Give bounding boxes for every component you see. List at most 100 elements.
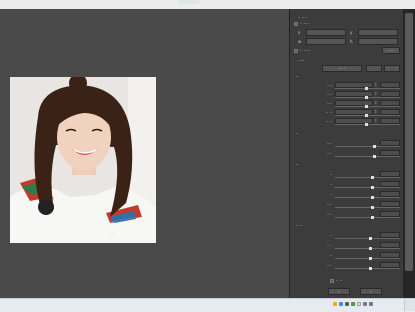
slider-knob[interactable] — [365, 105, 368, 108]
group-mid-checkbox[interactable] — [294, 49, 298, 53]
x-input[interactable] — [306, 29, 346, 36]
slider-row[interactable]: ·· ·· ⇕ — [290, 118, 404, 126]
x-label: x — [298, 30, 301, 35]
slider-knob[interactable] — [373, 145, 376, 148]
apply-button[interactable]: ··· — [382, 47, 400, 54]
slider-track[interactable] — [335, 267, 400, 270]
section-2-title: ·· — [296, 131, 299, 136]
volume-icon[interactable] — [363, 302, 367, 306]
slider-track[interactable] — [335, 145, 400, 148]
panel-header: ·· ···· — [298, 15, 307, 20]
preset-dropdown[interactable]: ··· · — [322, 65, 362, 72]
keyboard-icon[interactable] — [357, 302, 361, 306]
slider-row[interactable]: ·· — [290, 191, 404, 199]
y-input[interactable] — [358, 29, 398, 36]
slider-row[interactable]: ···· — [290, 150, 404, 158]
slider-track[interactable] — [335, 196, 400, 199]
slider-knob[interactable] — [365, 114, 368, 117]
slider-knob[interactable] — [373, 155, 376, 158]
slider-row[interactable]: ···· ⇕ — [290, 100, 404, 108]
slider-knob[interactable] — [365, 87, 368, 90]
slider-row[interactable]: ···· — [290, 201, 404, 209]
slider-track[interactable] — [335, 87, 400, 90]
slider-track[interactable] — [335, 186, 400, 189]
slider-label: ·· — [329, 233, 332, 238]
section-3-title: ·· — [296, 162, 299, 167]
cancel-button[interactable]: ·· — [360, 288, 382, 295]
scrollbar-thumb[interactable] — [405, 13, 413, 271]
group-top-title: ·· ··· · — [300, 21, 311, 26]
slider-label: ···· — [326, 83, 332, 88]
slider-track[interactable] — [335, 247, 400, 250]
slider-label: ·· — [329, 182, 332, 187]
w-input[interactable] — [306, 38, 346, 45]
slider-label: ···· — [326, 202, 332, 207]
slider-track[interactable] — [335, 155, 400, 158]
slider-row[interactable]: ·· — [290, 252, 404, 260]
slider-row[interactable]: ···· ⇕ — [290, 82, 404, 90]
slider-track[interactable] — [335, 96, 400, 99]
image-label: ·· — [73, 49, 76, 54]
preset-delete-button[interactable] — [384, 65, 400, 72]
preset-save-button[interactable] — [366, 65, 382, 72]
slider-label: ·· ·· — [325, 110, 332, 115]
h-label: h — [350, 39, 353, 44]
slider-knob[interactable] — [371, 186, 374, 189]
slider-label: ···· — [326, 141, 332, 146]
slider-label: ·· · — [326, 243, 332, 248]
slider-track[interactable] — [335, 105, 400, 108]
slider-row[interactable]: ···· — [290, 140, 404, 148]
input-method-icon[interactable] — [345, 302, 349, 306]
active-tab[interactable] — [178, 0, 200, 4]
h-input[interactable] — [358, 38, 398, 45]
slider-track[interactable] — [335, 237, 400, 240]
adjustment-panel: ·· ···· ·· ··· · x y w h ·· ····· ··· ··… — [289, 9, 404, 298]
slider-row[interactable]: ·· — [290, 232, 404, 240]
slider-row[interactable]: ···· — [290, 211, 404, 219]
slider-knob[interactable] — [365, 123, 368, 126]
slider-knob[interactable] — [371, 176, 374, 179]
slider-knob[interactable] — [371, 216, 374, 219]
slider-knob[interactable] — [369, 257, 372, 260]
svg-text:· · · · ·: · · · · · — [108, 232, 117, 236]
slider-track[interactable] — [335, 176, 400, 179]
slider-track[interactable] — [335, 206, 400, 209]
slider-row[interactable]: ·· · — [290, 242, 404, 250]
notification-area[interactable] — [404, 299, 415, 311]
slider-knob[interactable] — [369, 247, 372, 250]
taskbar — [0, 298, 415, 312]
slider-row[interactable]: ···· — [290, 262, 404, 270]
warning-icon[interactable] — [333, 302, 337, 306]
slider-knob[interactable] — [365, 96, 368, 99]
slider-knob[interactable] — [369, 237, 372, 240]
slider-row[interactable]: ·· — [290, 181, 404, 189]
wifi-icon[interactable] — [369, 302, 373, 306]
group-top-checkbox[interactable] — [294, 22, 298, 26]
slider-track[interactable] — [335, 114, 400, 117]
slider-label: ···· — [326, 101, 332, 106]
slider-track[interactable] — [335, 123, 400, 126]
slider-knob[interactable] — [369, 267, 372, 270]
slider-label: ·· — [329, 192, 332, 197]
slider-track[interactable] — [335, 257, 400, 260]
title-bar — [0, 0, 415, 9]
app-tray-icon[interactable] — [351, 302, 355, 306]
group-mid-title: ·· ····· — [300, 48, 311, 53]
footer-checkbox[interactable] — [330, 279, 334, 283]
slider-row[interactable]: ·· — [290, 171, 404, 179]
slider-knob[interactable] — [371, 206, 374, 209]
slider-knob[interactable] — [371, 196, 374, 199]
slider-row[interactable]: ·· ·· ⇕ — [290, 109, 404, 117]
slider-label: ···· — [326, 263, 332, 268]
slider-track[interactable] — [335, 216, 400, 219]
network-icon[interactable] — [339, 302, 343, 306]
w-label: w — [298, 39, 302, 44]
slider-label: ·· — [329, 253, 332, 258]
footer-label: ·· ·· — [336, 278, 343, 283]
slider-row[interactable]: ···· ⇕ — [290, 91, 404, 99]
slider-label: ·· ·· — [325, 119, 332, 124]
image-canvas[interactable]: ·· · · · · · — [0, 9, 289, 298]
section-1-title: ·· — [296, 74, 299, 79]
panel-scrollbar[interactable] — [403, 9, 415, 298]
ok-button[interactable]: ·· — [328, 288, 350, 295]
